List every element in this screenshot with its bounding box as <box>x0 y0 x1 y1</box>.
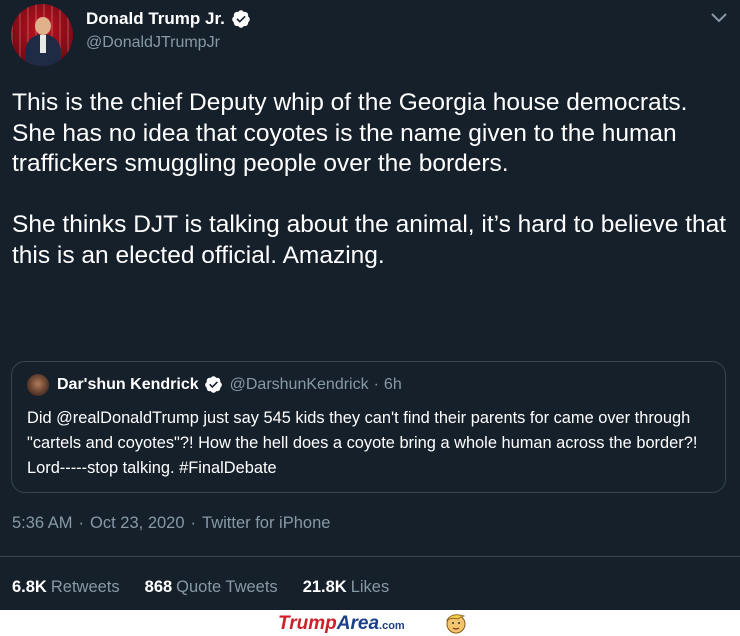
quoted-author-row: Dar'shun Kendrick @DarshunKendrick · 6h <box>57 375 402 394</box>
quoted-author-avatar[interactable] <box>27 374 49 396</box>
quoted-separator: · <box>373 375 379 393</box>
quoted-timestamp[interactable]: 6h <box>384 376 402 394</box>
tweet-source[interactable]: Twitter for iPhone <box>202 514 330 532</box>
watermark-part: Area <box>336 613 380 634</box>
stat-label: Likes <box>350 578 390 596</box>
stat-value: 868 <box>144 578 173 596</box>
author-handle[interactable]: @DonaldJTrumpJr <box>86 34 220 52</box>
stat-label: Quote Tweets <box>176 578 278 596</box>
trump-mascot-icon <box>445 614 466 634</box>
divider <box>0 556 740 557</box>
tweet-time[interactable]: 5:36 AM <box>12 514 73 532</box>
watermark-part: Trump <box>278 613 337 634</box>
retweets-stat[interactable]: 6.8K Retweets <box>12 578 120 597</box>
quoted-author-handle[interactable]: @DarshunKendrick <box>230 376 369 394</box>
watermark-part: .com <box>379 620 405 632</box>
likes-stat[interactable]: 21.8K Likes <box>303 578 390 597</box>
quoted-author-name[interactable]: Dar'shun Kendrick <box>57 376 199 394</box>
stat-value: 6.8K <box>12 578 47 596</box>
quoted-tweet-text: Did @realDonaldTrump just say 545 kids t… <box>27 409 698 477</box>
watermark-bar: TrumpArea.com <box>0 610 740 636</box>
stat-value: 21.8K <box>302 578 347 596</box>
chevron-down-icon[interactable] <box>710 12 728 24</box>
tweet-card: Donald Trump Jr. @DonaldJTrumpJr This is… <box>0 0 740 610</box>
tweet-date[interactable]: Oct 23, 2020 <box>90 514 184 532</box>
author-avatar[interactable] <box>11 4 73 66</box>
stat-label: Retweets <box>50 578 120 596</box>
verified-badge-icon <box>204 376 222 393</box>
tweet-paragraph: This is the chief Deputy whip of the Geo… <box>12 89 688 177</box>
meta-separator: · <box>78 514 85 532</box>
watermark-logo: TrumpArea.com <box>278 613 405 635</box>
verified-badge-icon <box>232 10 250 28</box>
meta-separator: · <box>190 514 197 532</box>
tweet-meta: 5:36 AM · Oct 23, 2020 · Twitter for iPhone <box>12 514 330 533</box>
tweet-stats: 6.8K Retweets 868 Quote Tweets 21.8K Likes <box>12 578 414 597</box>
quote-tweets-stat[interactable]: 868 Quote Tweets <box>145 578 278 597</box>
quoted-tweet[interactable]: Dar'shun Kendrick @DarshunKendrick · 6h … <box>11 361 726 493</box>
tweet-text: This is the chief Deputy whip of the Geo… <box>12 88 728 271</box>
tweet-paragraph: She thinks DJT is talking about the anim… <box>12 211 727 269</box>
author-name-row: Donald Trump Jr. <box>86 8 251 30</box>
author-name[interactable]: Donald Trump Jr. <box>86 9 225 29</box>
